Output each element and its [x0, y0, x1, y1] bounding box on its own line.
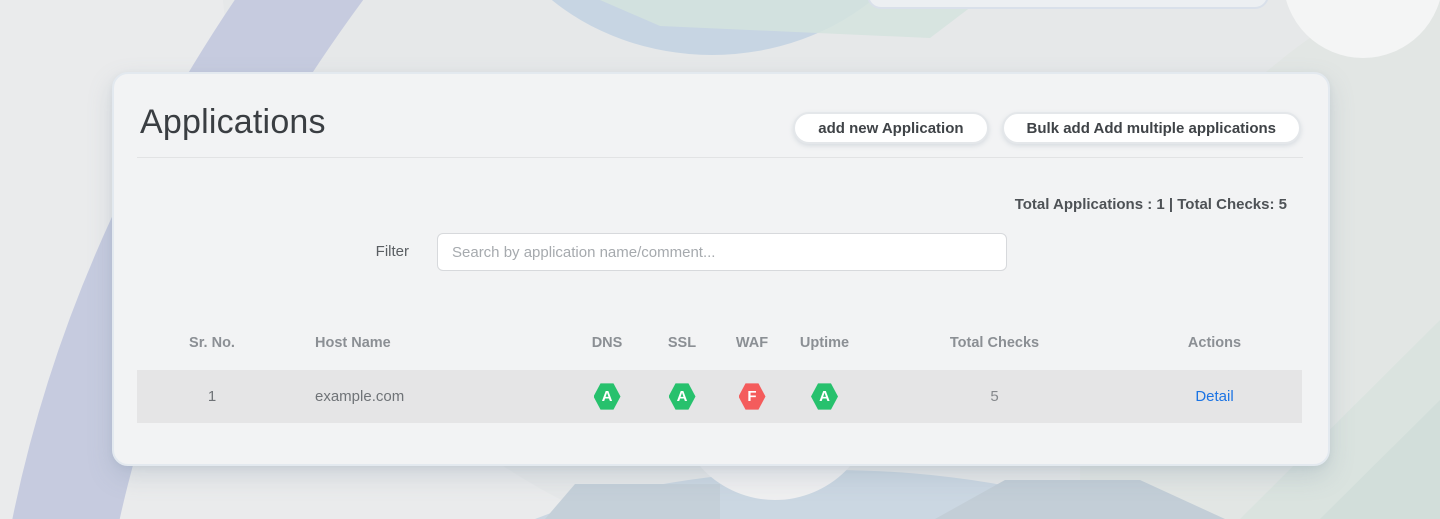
cell-uptime-grade: A: [787, 383, 862, 411]
ssl-grade-badge: A: [668, 383, 696, 410]
filter-search-input[interactable]: [437, 233, 1007, 271]
bg-gray-blue-bottom-left: [545, 484, 720, 519]
page-title: Applications: [140, 103, 326, 141]
column-header-dns: DNS: [591, 335, 623, 351]
totals-summary: Total Applications : 1 | Total Checks: 5: [1014, 196, 1287, 213]
column-header-actions: Actions: [1187, 335, 1242, 351]
cell-host-name: example.com: [315, 388, 405, 405]
column-header-total-checks: Total Checks: [949, 335, 1040, 351]
uptime-grade-badge: A: [811, 383, 838, 410]
dns-grade-badge: A: [593, 383, 621, 410]
filter-label: Filter: [375, 243, 409, 260]
header-actions: add new Application Bulk add Add multipl…: [793, 112, 1301, 144]
column-header-ssl: SSL: [667, 335, 697, 351]
table-row: 1 example.com A A F A 5 Detail: [137, 370, 1302, 423]
column-header-waf: WAF: [735, 335, 769, 351]
cell-waf-grade: F: [717, 383, 787, 411]
cell-actions: Detail: [1127, 388, 1302, 405]
applications-table: Sr. No. Host Name DNS SSL WAF Uptime Tot…: [137, 332, 1302, 423]
cell-total-checks: 5: [990, 388, 999, 405]
bulk-add-applications-button[interactable]: Bulk add Add multiple applications: [1001, 112, 1301, 144]
detail-link[interactable]: Detail: [1195, 388, 1233, 405]
column-header-uptime: Uptime: [799, 335, 850, 351]
column-header-sr-no: Sr. No.: [189, 335, 235, 351]
column-header-host-name: Host Name: [315, 335, 391, 351]
applications-card: Applications add new Application Bulk ad…: [112, 72, 1330, 466]
cell-dns-grade: A: [567, 383, 647, 411]
table-header-row: Sr. No. Host Name DNS SSL WAF Uptime Tot…: [137, 332, 1302, 354]
title-divider: [137, 157, 1303, 158]
add-new-application-button[interactable]: add new Application: [793, 112, 989, 144]
cell-ssl-grade: A: [647, 383, 717, 411]
waf-grade-badge: F: [738, 383, 766, 410]
bg-top-stripe: [867, 0, 1269, 9]
cell-sr-no: 1: [207, 388, 217, 405]
